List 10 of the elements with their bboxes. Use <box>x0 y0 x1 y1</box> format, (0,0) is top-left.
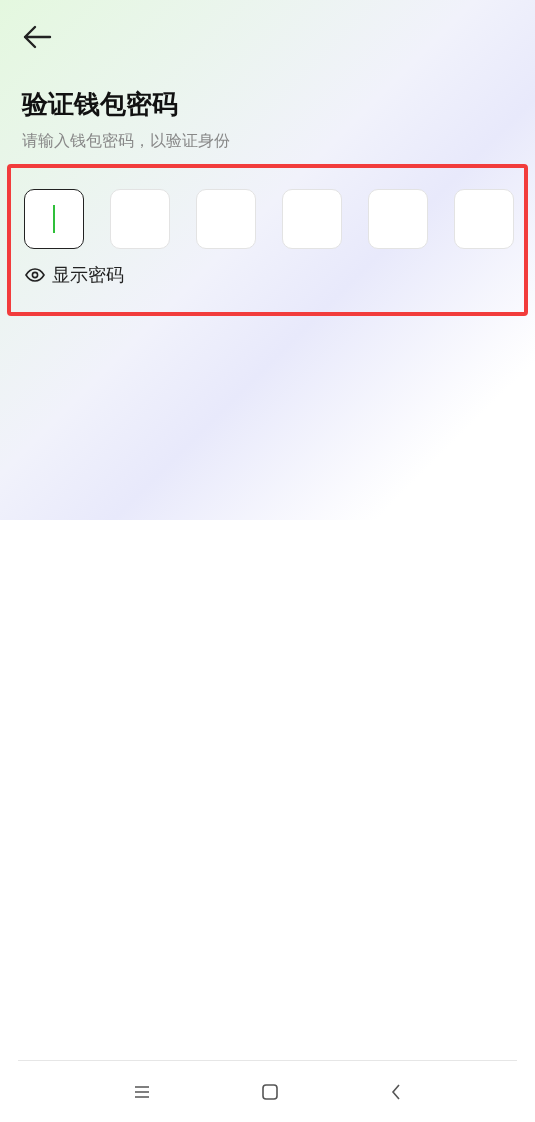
show-password-toggle[interactable]: 显示密码 <box>52 261 124 288</box>
eye-icon[interactable] <box>25 267 45 282</box>
home-icon[interactable] <box>262 1083 279 1100</box>
page-title: 验证钱包密码 <box>22 88 179 121</box>
menu-icon[interactable] <box>134 1084 151 1099</box>
text-cursor <box>53 205 55 233</box>
subtitle: 请输入钱包密码，以验证身份 <box>22 130 231 152</box>
pin-box[interactable] <box>24 189 84 249</box>
back-icon[interactable] <box>22 24 52 50</box>
back-nav-icon[interactable] <box>390 1083 401 1100</box>
